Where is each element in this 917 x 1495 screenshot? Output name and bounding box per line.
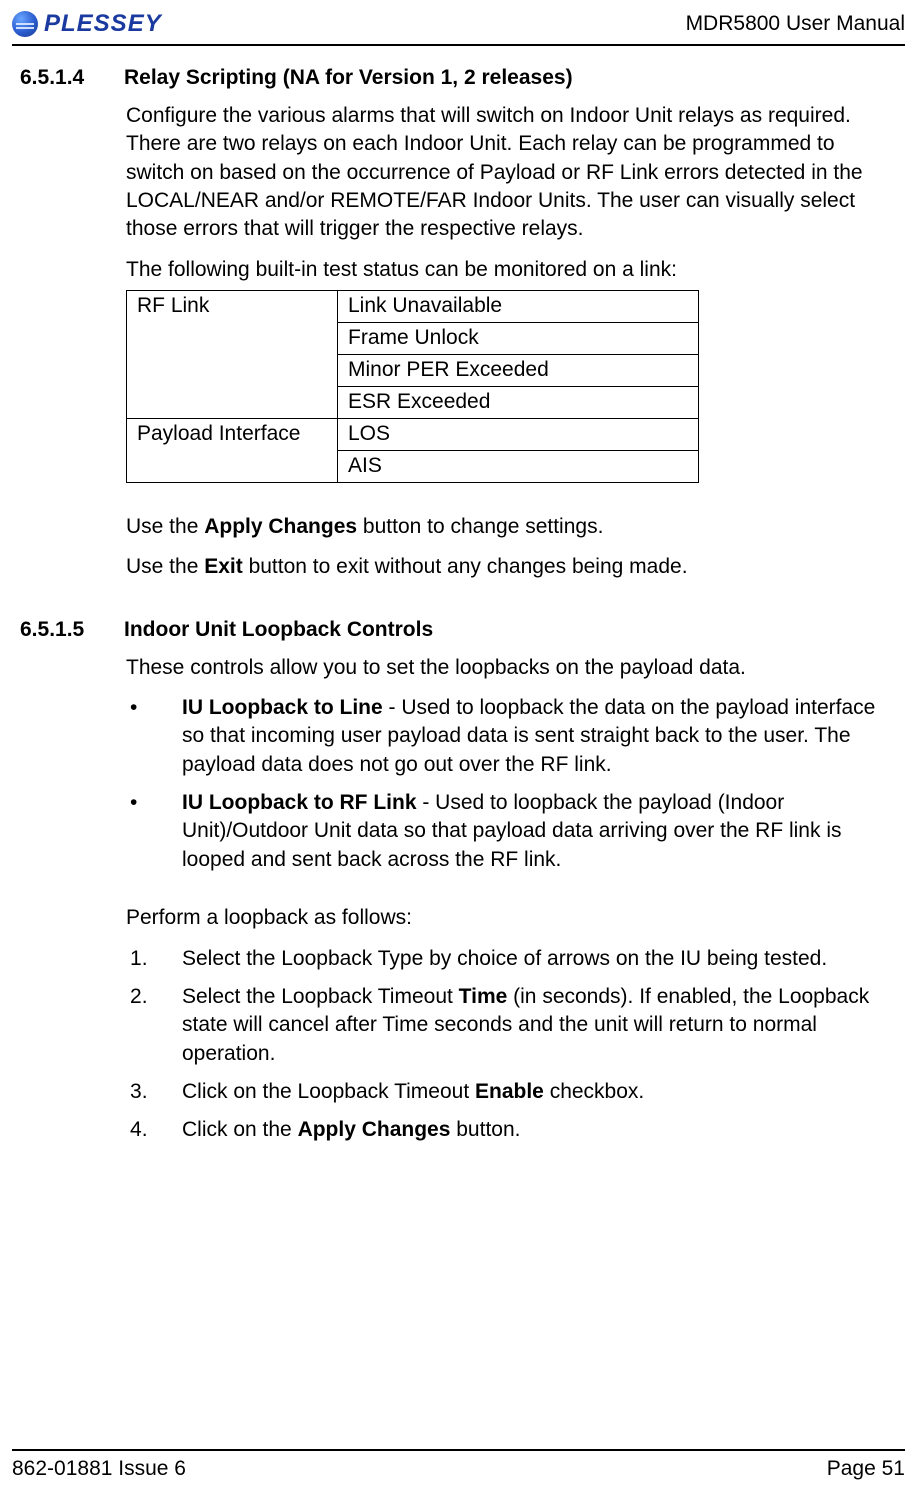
text: Use the (126, 555, 204, 578)
footer-page-number: Page 51 (827, 1457, 905, 1481)
table-cell-value: LOS (338, 419, 699, 451)
text: Use the (126, 515, 204, 538)
bold-text: Exit (204, 555, 243, 578)
section-title: Relay Scripting (NA for Version 1, 2 rel… (124, 66, 573, 90)
status-table: RF Link Link Unavailable Frame Unlock Mi… (126, 290, 699, 483)
bold-text: Apply Changes (298, 1118, 451, 1141)
section-number: 6.5.1.4 (20, 66, 92, 90)
table-row: Payload Interface LOS (127, 419, 699, 451)
section-title: Indoor Unit Loopback Controls (124, 618, 433, 642)
text: Select the Loopback Timeout (182, 985, 459, 1008)
bold-text: Apply Changes (204, 515, 357, 538)
paragraph: Use the Exit button to exit without any … (126, 553, 887, 581)
text: Select the Loopback Type by choice of ar… (182, 947, 827, 970)
section-number: 6.5.1.5 (20, 618, 92, 642)
logo-mark-icon (12, 11, 38, 37)
text: Click on the (182, 1118, 298, 1141)
brand-logo: PLESSEY (12, 10, 162, 38)
table-cell-category: RF Link (127, 291, 338, 419)
text: button to exit without any changes being… (243, 555, 688, 578)
bold-text: IU Loopback to Line (182, 696, 383, 719)
text: Click on the Loopback Timeout (182, 1080, 475, 1103)
bullet-list: IU Loopback to Line - Used to loopback t… (126, 694, 887, 874)
text: checkbox. (544, 1080, 644, 1103)
list-item: Click on the Apply Changes button. (126, 1116, 887, 1144)
table-cell-category: Payload Interface (127, 419, 338, 483)
footer-rule (12, 1449, 905, 1451)
table-cell-value: AIS (338, 451, 699, 483)
bold-text: IU Loopback to RF Link (182, 791, 417, 814)
table-cell-value: Frame Unlock (338, 323, 699, 355)
list-item: Click on the Loopback Timeout Enable che… (126, 1078, 887, 1106)
brand-name: PLESSEY (44, 10, 162, 38)
text: button to change settings. (357, 515, 603, 538)
header-rule (12, 44, 905, 46)
paragraph: Configure the various alarms that will s… (126, 102, 887, 244)
paragraph: These controls allow you to set the loop… (126, 654, 887, 682)
table-cell-value: ESR Exceeded (338, 387, 699, 419)
table-cell-value: Link Unavailable (338, 291, 699, 323)
text: button. (450, 1118, 520, 1141)
document-title: MDR5800 User Manual (686, 12, 905, 36)
list-item: Select the Loopback Type by choice of ar… (126, 945, 887, 973)
footer-doc-id: 862-01881 Issue 6 (12, 1457, 186, 1481)
list-item: IU Loopback to Line - Used to loopback t… (126, 694, 887, 779)
list-item: IU Loopback to RF Link - Used to loopbac… (126, 789, 887, 874)
table-cell-value: Minor PER Exceeded (338, 355, 699, 387)
table-row: RF Link Link Unavailable (127, 291, 699, 323)
ordered-steps: Select the Loopback Type by choice of ar… (126, 945, 887, 1145)
paragraph: The following built-in test status can b… (126, 256, 887, 284)
paragraph: Perform a loopback as follows: (126, 904, 887, 932)
paragraph: Use the Apply Changes button to change s… (126, 513, 887, 541)
bold-text: Enable (475, 1080, 544, 1103)
bold-text: Time (459, 985, 508, 1008)
list-item: Select the Loopback Timeout Time (in sec… (126, 983, 887, 1068)
